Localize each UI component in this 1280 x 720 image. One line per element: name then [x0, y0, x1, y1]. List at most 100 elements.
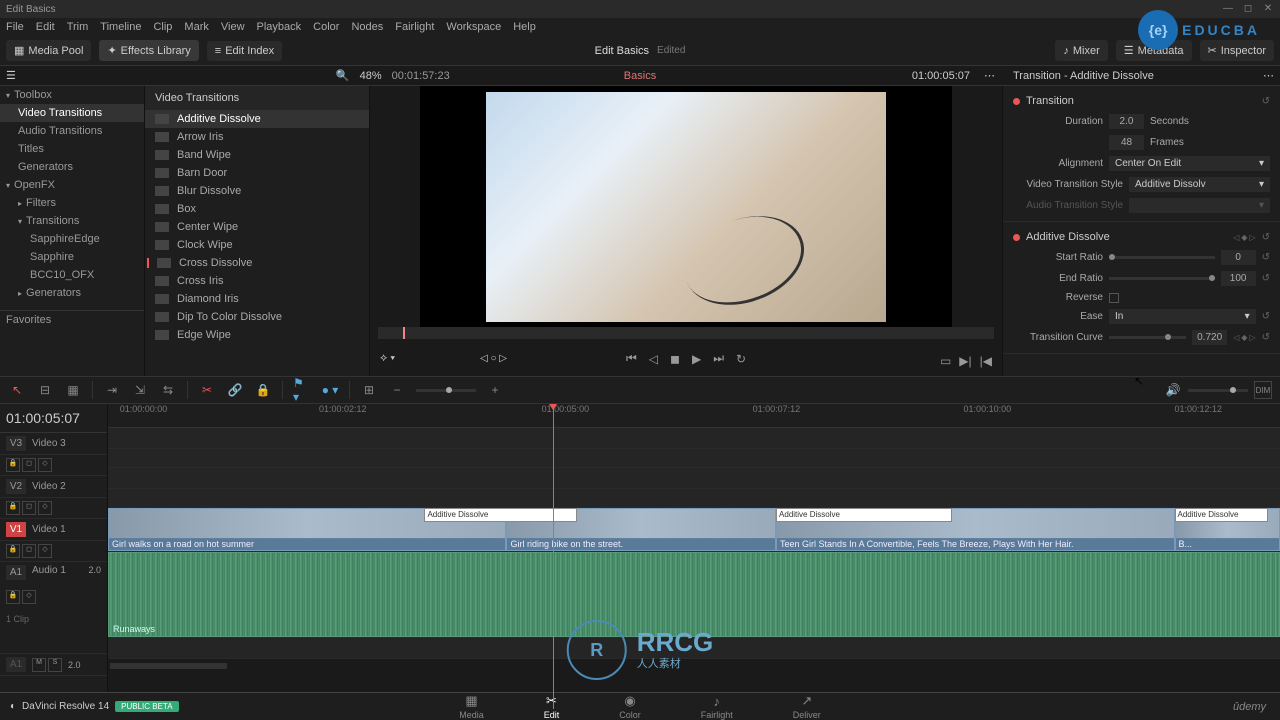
track-head-a1-extra[interactable]: A1 MS 2.0 — [0, 654, 107, 676]
menu-mark[interactable]: Mark — [184, 21, 208, 33]
effect-item-edge-wipe[interactable]: Edge Wipe — [145, 326, 369, 344]
next-edit-button[interactable]: ▶| — [959, 354, 971, 368]
ease-select[interactable]: In▾ — [1109, 309, 1256, 324]
disable-icon[interactable]: ◇ — [38, 544, 52, 558]
page-color[interactable]: ◉Color — [619, 693, 641, 720]
zoom-slider-thumb[interactable] — [446, 387, 452, 393]
blade-tool[interactable]: ✂ — [198, 381, 216, 399]
reverse-checkbox[interactable] — [1109, 293, 1119, 303]
page-media[interactable]: ▦Media — [459, 693, 484, 720]
effect-item-cross-dissolve[interactable]: Cross Dissolve — [145, 254, 369, 272]
viewer-canvas[interactable] — [420, 86, 952, 327]
menu-clip[interactable]: Clip — [153, 21, 172, 33]
transition-clip[interactable]: Additive Dissolve — [776, 508, 952, 522]
close-button[interactable]: ✕ — [1262, 3, 1274, 15]
effect-item-center-wipe[interactable]: Center Wipe — [145, 218, 369, 236]
effect-item-dip-to-color-dissolve[interactable]: Dip To Color Dissolve — [145, 308, 369, 326]
page-edit[interactable]: ✂Edit — [544, 693, 560, 720]
lock-icon[interactable]: 🔒 — [6, 458, 20, 472]
viewer-scrubber[interactable] — [378, 327, 994, 339]
zoom-out-button[interactable]: − — [388, 381, 406, 399]
lock-tool[interactable]: 🔒 — [254, 381, 272, 399]
sidebar-item-openfx[interactable]: ▾OpenFX — [0, 176, 144, 194]
media-pool-button[interactable]: ▦ Media Pool — [6, 40, 91, 61]
flag-tool[interactable]: ⚑ ▾ — [293, 381, 311, 399]
auto-select-icon[interactable]: ◻ — [22, 501, 36, 515]
mute-icon[interactable]: 🔊 — [1164, 381, 1182, 399]
track-v2-ctrl[interactable] — [108, 489, 1280, 508]
stop-button[interactable]: ◼ — [670, 352, 680, 366]
track-head-v2-ctrl[interactable]: 🔒◻◇ — [0, 498, 107, 519]
solo-icon[interactable]: ◇ — [22, 590, 36, 604]
lock-icon[interactable]: 🔒 — [6, 544, 20, 558]
menu-nodes[interactable]: Nodes — [351, 21, 383, 33]
track-v1[interactable]: Girl walks on a road on hot summerGirl r… — [108, 508, 1280, 552]
sidebar-item-filters[interactable]: ▸Filters — [0, 194, 144, 212]
inspector-menu-icon[interactable]: ⋯ — [1263, 69, 1274, 82]
track-head-v1[interactable]: V1Video 1 — [0, 519, 107, 541]
next-key-icon[interactable]: ▷ — [1249, 233, 1255, 242]
auto-select-icon[interactable]: ◻ — [22, 544, 36, 558]
curve-value[interactable]: 0.720 — [1192, 330, 1227, 345]
effect-item-box[interactable]: Box — [145, 200, 369, 218]
sequence-name[interactable]: Basics — [624, 70, 656, 82]
replace-tool[interactable]: ⇆ — [159, 381, 177, 399]
sidebar-item-toolbox[interactable]: ▾Toolbox — [0, 86, 144, 104]
page-deliver[interactable]: ↗Deliver — [793, 693, 821, 720]
playhead[interactable] — [553, 404, 554, 709]
zoom-level[interactable]: 48% — [360, 70, 382, 82]
effect-item-arrow-iris[interactable]: Arrow Iris — [145, 128, 369, 146]
menu-file[interactable]: File — [6, 21, 24, 33]
effect-item-blur-dissolve[interactable]: Blur Dissolve — [145, 182, 369, 200]
track-head-v3-ctrl[interactable]: 🔒◻◇ — [0, 455, 107, 476]
menu-help[interactable]: Help — [513, 21, 536, 33]
track-head-v1-ctrl[interactable]: 🔒◻◇ — [0, 541, 107, 562]
curve-slider[interactable] — [1109, 336, 1186, 339]
safe-area-icon[interactable]: ▭ — [940, 354, 951, 368]
page-fairlight[interactable]: ♪Fairlight — [701, 694, 733, 720]
enable-dot-icon[interactable] — [1013, 234, 1020, 241]
reset-start-button[interactable]: ↺ — [1262, 252, 1270, 263]
search-icon[interactable]: 🔍 — [336, 69, 350, 82]
play-button[interactable]: ▶ — [692, 352, 701, 366]
key-icon[interactable]: ◆ — [1241, 233, 1247, 242]
crop-icon[interactable]: ⟡ ▾ — [380, 352, 395, 365]
sidebar-item-titles[interactable]: Titles — [0, 140, 144, 158]
list-view-icon[interactable]: ☰ — [6, 69, 16, 82]
menu-color[interactable]: Color — [313, 21, 339, 33]
marker-tool[interactable]: ● ▾ — [321, 381, 339, 399]
reset-ease-button[interactable]: ↺ — [1262, 311, 1270, 322]
sidebar-item-bcc10_ofx[interactable]: BCC10_OFX — [0, 266, 144, 284]
horizontal-scrollbar[interactable] — [110, 663, 227, 669]
loop-button[interactable]: ↻ — [736, 352, 746, 366]
end-ratio-value[interactable]: 100 — [1221, 271, 1256, 286]
track-v3[interactable] — [108, 428, 1280, 449]
first-frame-button[interactable]: ⏮ — [626, 351, 637, 366]
start-ratio-slider[interactable] — [1109, 256, 1215, 259]
match-frame-icon[interactable]: ◁ ○ ▷ — [480, 353, 507, 364]
end-ratio-slider[interactable] — [1109, 277, 1215, 280]
effect-item-band-wipe[interactable]: Band Wipe — [145, 146, 369, 164]
zoom-in-button[interactable]: + — [486, 381, 504, 399]
sidebar-item-transitions[interactable]: ▾Transitions — [0, 212, 144, 230]
menu-workspace[interactable]: Workspace — [446, 21, 501, 33]
effect-item-diamond-iris[interactable]: Diamond Iris — [145, 290, 369, 308]
next-frame-button[interactable]: ⏭ — [713, 351, 724, 366]
mute-icon[interactable]: M — [32, 658, 46, 672]
sidebar-item-audio-transitions[interactable]: Audio Transitions — [0, 122, 144, 140]
lock-icon[interactable]: 🔒 — [6, 590, 20, 604]
sidebar-item-video-transitions[interactable]: Video Transitions — [0, 104, 144, 122]
reset-transition-button[interactable]: ↺ — [1262, 96, 1270, 107]
track-head-a1[interactable]: A1Audio 12.0 🔒◇ 1 Clip — [0, 562, 107, 654]
effect-item-barn-door[interactable]: Barn Door — [145, 164, 369, 182]
prev-key-icon[interactable]: ◁ — [1233, 233, 1239, 242]
scrub-marker[interactable] — [403, 327, 405, 339]
start-ratio-value[interactable]: 0 — [1221, 250, 1256, 265]
reset-curve-button[interactable]: ↺ — [1262, 332, 1270, 343]
duration-frames-field[interactable]: 48 — [1109, 135, 1144, 150]
favorites-header[interactable]: Favorites — [0, 310, 144, 329]
menu-playback[interactable]: Playback — [257, 21, 302, 33]
reset-end-button[interactable]: ↺ — [1262, 273, 1270, 284]
selection-tool[interactable]: ↖ — [8, 381, 26, 399]
dim-button[interactable]: DIM — [1254, 381, 1272, 399]
